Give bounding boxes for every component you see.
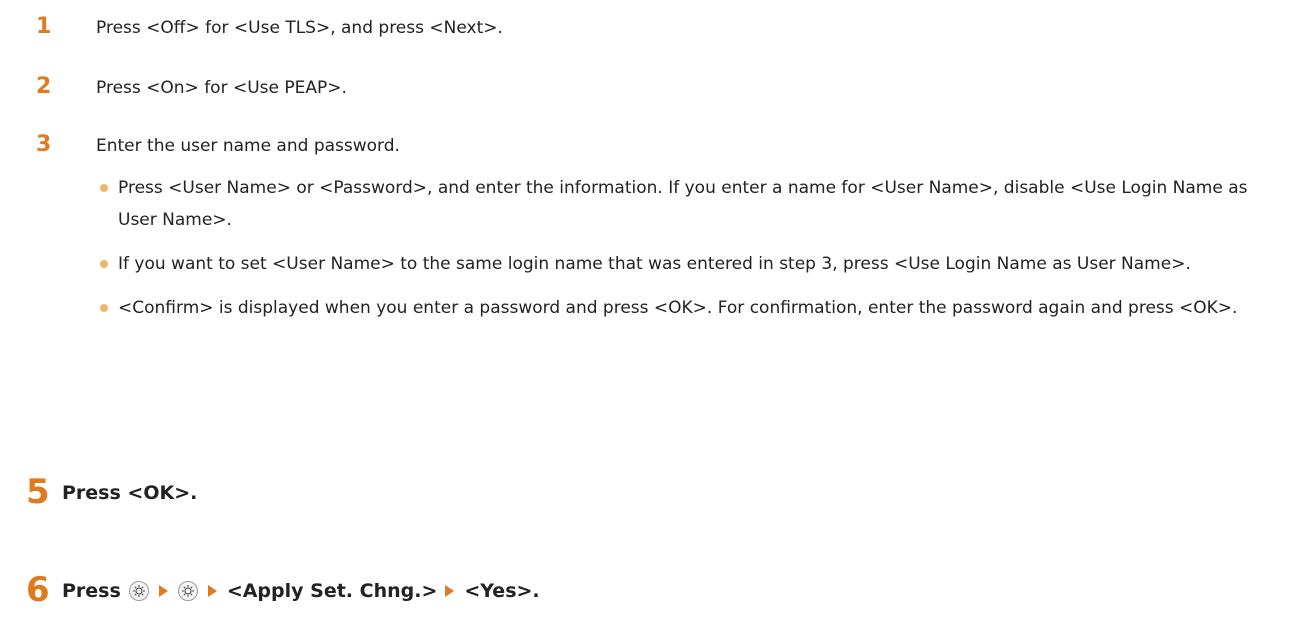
apply-settings-label: <Apply Set. Chng.> — [226, 580, 438, 602]
arrow-right-icon — [445, 585, 455, 597]
yes-label: <Yes>. — [464, 580, 540, 602]
bullet-dot-icon — [100, 304, 108, 312]
step-text: Press <OK>. — [62, 482, 198, 504]
arrow-right-icon — [158, 585, 168, 597]
settings-key-icon — [177, 581, 198, 601]
list-item: Press <User Name> or <Password>, and ent… — [96, 172, 1266, 236]
bullet-text: <Confirm> is displayed when you enter a … — [118, 298, 1238, 318]
substep-text: Enter the user name and password. — [96, 136, 400, 156]
substep-text: Press <On> for <Use PEAP>. — [96, 78, 347, 98]
substep-number: 3 — [36, 132, 52, 157]
bullet-text: If you want to set <User Name> to the sa… — [118, 254, 1191, 274]
bullet-text: Press <User Name> or <Password>, and ent… — [118, 178, 1248, 230]
bullet-list: Press <User Name> or <Password>, and ent… — [96, 172, 1266, 324]
arrow-right-icon — [207, 585, 217, 597]
substep-text: Press <Off> for <Use TLS>, and press <Ne… — [96, 18, 503, 38]
list-item: <Confirm> is displayed when you enter a … — [96, 292, 1266, 324]
step-number: 5 — [26, 472, 50, 512]
step-text-row: Press <Apply Set. Chng.> <Yes>. — [62, 576, 548, 606]
settings-key-icon — [128, 581, 149, 601]
list-item: If you want to set <User Name> to the sa… — [96, 248, 1266, 280]
bullet-dot-icon — [100, 184, 108, 192]
substep-number: 2 — [36, 74, 52, 99]
press-label: Press — [62, 580, 121, 602]
step-number: 6 — [26, 570, 50, 610]
bullet-dot-icon — [100, 260, 108, 268]
substep-number: 1 — [36, 14, 52, 39]
